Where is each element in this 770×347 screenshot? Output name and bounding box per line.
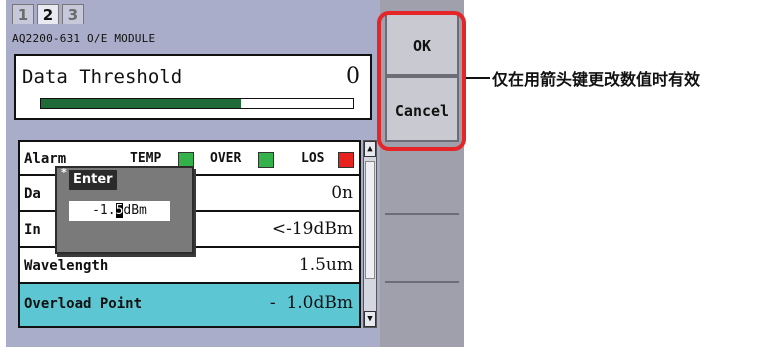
los-indicator-label: LOS [301,151,325,166]
highlight-callout-frame [377,11,466,151]
enter-value-input[interactable]: -1.5dBm [69,201,170,221]
instrument-screen: 1 2 3 AQ2200-631 O/E MODULE Data Thresho… [6,0,389,347]
list-scrollbar[interactable]: ▲ ▼ [363,140,377,328]
module-title: AQ2200-631 O/E MODULE [12,32,156,45]
enter-dialog: * Enter -1.5dBm [55,166,194,254]
softkey-divider [385,213,459,215]
row-value: 0n [331,183,353,203]
row-label: In [24,222,41,238]
scroll-up-arrow-icon[interactable]: ▲ [364,141,376,157]
row-label: Wavelength [24,258,109,274]
scroll-down-arrow-icon[interactable]: ▼ [364,311,376,327]
overload-point-row[interactable]: Overload Point - 1.0dBm [20,284,359,326]
enter-dialog-title: Enter [69,170,117,190]
softkey-divider [385,281,459,283]
overload-point-value: - 1.0dBm [269,293,353,313]
alarm-label: Alarm [24,151,67,167]
annotation-text: 仅在用箭头键更改数值时有效 [492,70,701,89]
tab-3[interactable]: 3 [62,4,84,24]
threshold-label: Data Threshold [22,66,183,88]
tab-1[interactable]: 1 [12,4,34,24]
data-threshold-box[interactable]: Data Threshold 0 [14,54,372,120]
threshold-level-fill [41,99,241,108]
tab-2[interactable]: 2 [37,4,59,24]
over-indicator-label: OVER [210,151,242,166]
over-indicator-lamp [258,152,274,168]
entry-prefix: -1. [92,203,116,218]
asterisk-icon: * [61,166,67,179]
overload-point-label: Overload Point [24,296,143,312]
row-value: <-19dBm [271,219,353,239]
callout-leader-line [466,77,490,79]
row-value: 1.5um [298,255,353,275]
temp-indicator-label: TEMP [130,151,162,166]
threshold-level-bar [40,98,354,109]
threshold-value: 0 [346,64,360,89]
page-tabs: 1 2 3 [12,4,87,24]
entry-suffix: dBm [123,203,147,218]
los-indicator-lamp [338,152,354,168]
scroll-thumb[interactable] [365,161,375,279]
row-label: Da [24,186,41,202]
